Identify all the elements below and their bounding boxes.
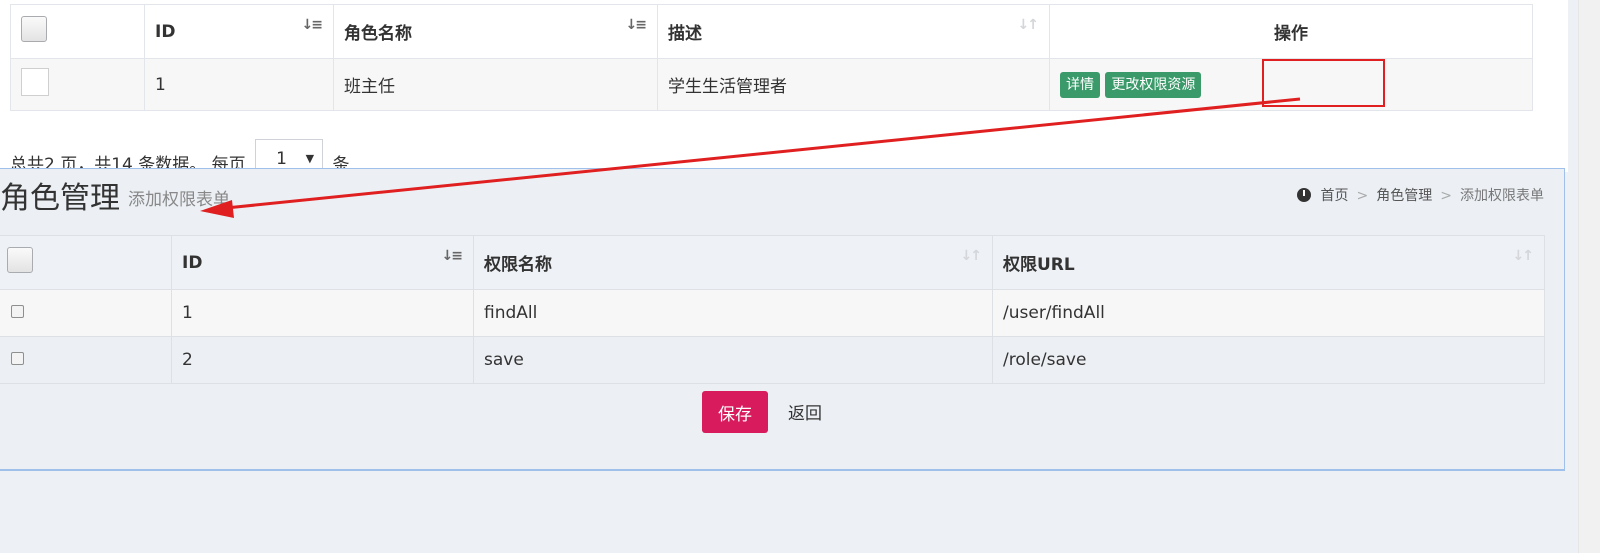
save-button[interactable]: 保存 <box>702 391 768 433</box>
breadcrumb-home[interactable]: 首页 <box>1321 188 1349 204</box>
cell-role-name: 班主任 <box>333 58 658 111</box>
select-all-header <box>10 4 145 59</box>
change-permission-button[interactable]: 更改权限资源 <box>1105 71 1202 98</box>
cell-permission-name: findAll <box>473 289 993 337</box>
select-all-checkbox[interactable] <box>7 247 33 273</box>
dashboard-icon <box>1296 188 1311 202</box>
column-header-role-name[interactable]: 角色名称 ↓≡ <box>333 4 658 59</box>
breadcrumb-current: 添加权限表单 <box>1460 188 1544 204</box>
scrollbar[interactable] <box>1578 0 1600 553</box>
chevron-down-icon: ▼ <box>305 152 315 165</box>
cell-id: 2 <box>171 336 474 384</box>
table-row: 1 findAll /user/findAll <box>0 289 1545 337</box>
column-header-id[interactable]: ID ↓≡ <box>171 235 474 290</box>
table-header-row: ID ↓≡ 权限名称 ↓↑ 权限URL ↓↑ <box>0 235 1545 290</box>
permission-table: ID ↓≡ 权限名称 ↓↑ 权限URL ↓↑ 1 findAll /user/find… <box>0 235 1545 384</box>
row-select-cell <box>10 58 145 111</box>
sort-both-icon[interactable]: ↓↑ <box>1018 17 1040 33</box>
column-header-id[interactable]: ID ↓≡ <box>144 4 334 59</box>
detail-button[interactable]: 详情 <box>1060 71 1100 98</box>
breadcrumb-separator: > <box>1440 188 1452 204</box>
select-all-header <box>0 235 172 290</box>
role-list-window: ID ↓≡ 角色名称 ↓≡ 描述 ↓↑ 操作 1 班主任 学生生活管理者 详情 更改权… <box>0 0 1568 179</box>
column-header-actions: 操作 <box>1049 4 1533 59</box>
sort-both-icon[interactable]: ↓↑ <box>1513 248 1535 264</box>
cell-permission-url: /user/findAll <box>992 289 1545 337</box>
page-title: 角色管理 <box>0 181 120 216</box>
page-size-value: 1 <box>276 149 287 169</box>
cell-permission-name: save <box>473 336 993 384</box>
cell-id: 1 <box>144 58 334 111</box>
row-checkbox[interactable] <box>11 352 24 365</box>
sort-asc-icon[interactable]: ↓≡ <box>302 17 324 33</box>
breadcrumb-separator: > <box>1356 188 1369 204</box>
row-checkbox[interactable] <box>21 68 49 96</box>
cell-permission-url: /role/save <box>992 336 1545 384</box>
table-header-row: ID ↓≡ 角色名称 ↓≡ 描述 ↓↑ 操作 <box>10 4 1533 59</box>
row-checkbox[interactable] <box>11 305 24 318</box>
cell-description: 学生生活管理者 <box>657 58 1050 111</box>
table-row: 2 save /role/save <box>0 336 1545 384</box>
breadcrumb-section[interactable]: 角色管理 <box>1376 188 1432 204</box>
sort-asc-icon[interactable]: ↓≡ <box>442 248 464 264</box>
column-header-permission-url[interactable]: 权限URL ↓↑ <box>992 235 1545 290</box>
back-button[interactable]: 返回 <box>788 399 822 424</box>
breadcrumb: 首页 > 角色管理 > 添加权限表单 <box>1296 185 1544 205</box>
column-header-permission-name[interactable]: 权限名称 ↓↑ <box>473 235 993 290</box>
sort-both-icon[interactable]: ↓↑ <box>961 248 983 264</box>
cell-id: 1 <box>171 289 474 337</box>
row-select-cell <box>0 289 172 337</box>
page-subtitle: 添加权限表单 <box>128 190 230 210</box>
select-all-checkbox[interactable] <box>21 16 47 42</box>
annotation-highlight-box <box>1262 59 1385 107</box>
sort-desc-icon[interactable]: ↓≡ <box>626 17 648 33</box>
add-permission-window: 角色管理 添加权限表单 首页 > 角色管理 > 添加权限表单 ID ↓≡ 权限名称 ↓↑ 权… <box>0 168 1565 471</box>
row-select-cell <box>0 336 172 384</box>
column-header-description[interactable]: 描述 ↓↑ <box>657 4 1050 59</box>
